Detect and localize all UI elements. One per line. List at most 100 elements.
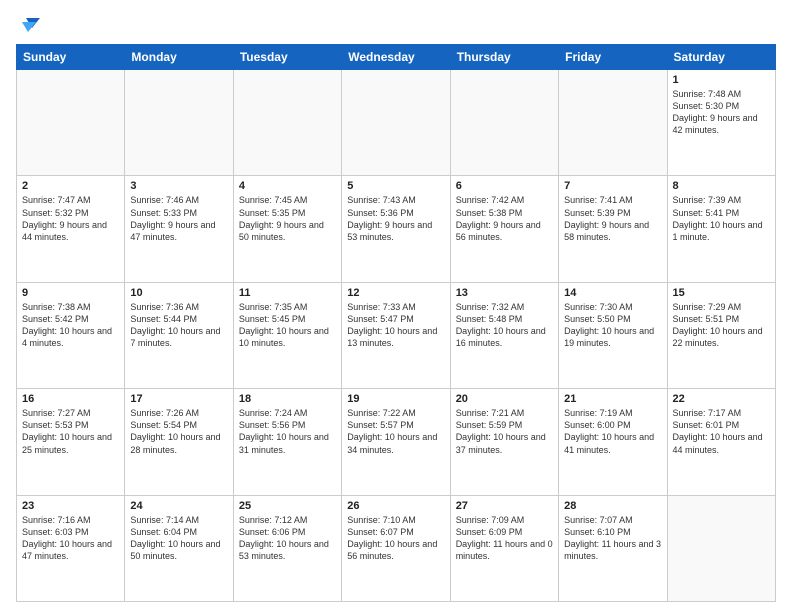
calendar-cell: 26Sunrise: 7:10 AM Sunset: 6:07 PM Dayli…	[342, 495, 450, 601]
day-info: Sunrise: 7:39 AM Sunset: 5:41 PM Dayligh…	[673, 194, 770, 243]
day-number: 12	[347, 287, 444, 299]
calendar-cell: 19Sunrise: 7:22 AM Sunset: 5:57 PM Dayli…	[342, 389, 450, 495]
day-number: 11	[239, 287, 336, 299]
day-number: 20	[456, 393, 553, 405]
day-info: Sunrise: 7:33 AM Sunset: 5:47 PM Dayligh…	[347, 301, 444, 350]
day-number: 25	[239, 500, 336, 512]
day-info: Sunrise: 7:48 AM Sunset: 5:30 PM Dayligh…	[673, 88, 770, 137]
weekday-header: Tuesday	[233, 45, 341, 70]
calendar-cell	[17, 70, 125, 176]
day-number: 4	[239, 180, 336, 192]
day-info: Sunrise: 7:30 AM Sunset: 5:50 PM Dayligh…	[564, 301, 661, 350]
day-info: Sunrise: 7:46 AM Sunset: 5:33 PM Dayligh…	[130, 194, 227, 243]
calendar-cell: 23 Sunrise: 7:16 AM Sunset: 6:03 PM Dayli…	[17, 495, 125, 601]
calendar-cell: 28 Sunrise: 7:07 AM Sunset: 6:10 PM Dayli…	[559, 495, 667, 601]
calendar-cell: 16 Sunrise: 7:27 AM Sunset: 5:53 PM Dayli…	[17, 389, 125, 495]
day-number: 7	[564, 180, 661, 192]
calendar-cell: 2 Sunrise: 7:47 AM Sunset: 5:32 PM Daylig…	[17, 176, 125, 282]
calendar-cell: 14 Sunrise: 7:30 AM Sunset: 5:50 PM Dayli…	[559, 282, 667, 388]
day-number: 27	[456, 500, 553, 512]
day-number: 9	[22, 287, 119, 299]
logo-icon	[18, 14, 40, 36]
calendar-cell: 24 Sunrise: 7:14 AM Sunset: 6:04 PM Dayli…	[125, 495, 233, 601]
calendar-cell	[667, 495, 775, 601]
calendar-cell: 4 Sunrise: 7:45 AM Sunset: 5:35 PM Daylig…	[233, 176, 341, 282]
day-number: 22	[673, 393, 770, 405]
day-number: 2	[22, 180, 119, 192]
calendar-cell: 7 Sunrise: 7:41 AM Sunset: 5:39 PM Daylig…	[559, 176, 667, 282]
calendar-cell	[233, 70, 341, 176]
day-number: 10	[130, 287, 227, 299]
day-number: 15	[673, 287, 770, 299]
day-number: 23	[22, 500, 119, 512]
calendar-cell	[559, 70, 667, 176]
header	[16, 14, 776, 36]
day-number: 24	[130, 500, 227, 512]
calendar-cell: 18 Sunrise: 7:24 AM Sunset: 5:56 PM Dayli…	[233, 389, 341, 495]
calendar-header-row: SundayMondayTuesdayWednesdayThursdayFrid…	[17, 45, 776, 70]
day-number: 1	[673, 74, 770, 86]
day-info: Sunrise: 7:38 AM Sunset: 5:42 PM Dayligh…	[22, 301, 119, 350]
day-number: 17	[130, 393, 227, 405]
calendar-cell: 20 Sunrise: 7:21 AM Sunset: 5:59 PM Dayli…	[450, 389, 558, 495]
calendar-week-row: 16 Sunrise: 7:27 AM Sunset: 5:53 PM Dayli…	[17, 389, 776, 495]
weekday-header: Thursday	[450, 45, 558, 70]
calendar-week-row: 1 Sunrise: 7:48 AM Sunset: 5:30 PM Daylig…	[17, 70, 776, 176]
day-number: 18	[239, 393, 336, 405]
day-info: Sunrise: 7:12 AM Sunset: 6:06 PM Dayligh…	[239, 514, 336, 563]
calendar-cell	[342, 70, 450, 176]
day-info: Sunrise: 7:21 AM Sunset: 5:59 PM Dayligh…	[456, 407, 553, 456]
day-number: 14	[564, 287, 661, 299]
calendar-cell: 27 Sunrise: 7:09 AM Sunset: 6:09 PM Dayli…	[450, 495, 558, 601]
calendar-cell: 13 Sunrise: 7:32 AM Sunset: 5:48 PM Dayli…	[450, 282, 558, 388]
day-number: 16	[22, 393, 119, 405]
day-number: 8	[673, 180, 770, 192]
day-number: 13	[456, 287, 553, 299]
day-number: 6	[456, 180, 553, 192]
calendar-cell: 17 Sunrise: 7:26 AM Sunset: 5:54 PM Dayli…	[125, 389, 233, 495]
day-info: Sunrise: 7:16 AM Sunset: 6:03 PM Dayligh…	[22, 514, 119, 563]
calendar-cell: 10Sunrise: 7:36 AM Sunset: 5:44 PM Dayli…	[125, 282, 233, 388]
calendar-cell: 9 Sunrise: 7:38 AM Sunset: 5:42 PM Daylig…	[17, 282, 125, 388]
day-info: Sunrise: 7:32 AM Sunset: 5:48 PM Dayligh…	[456, 301, 553, 350]
day-info: Sunrise: 7:24 AM Sunset: 5:56 PM Dayligh…	[239, 407, 336, 456]
weekday-header: Sunday	[17, 45, 125, 70]
day-number: 3	[130, 180, 227, 192]
calendar-cell	[125, 70, 233, 176]
day-number: 28	[564, 500, 661, 512]
calendar-cell: 6 Sunrise: 7:42 AM Sunset: 5:38 PM Daylig…	[450, 176, 558, 282]
day-info: Sunrise: 7:35 AM Sunset: 5:45 PM Dayligh…	[239, 301, 336, 350]
calendar-cell: 8 Sunrise: 7:39 AM Sunset: 5:41 PM Daylig…	[667, 176, 775, 282]
day-info: Sunrise: 7:19 AM Sunset: 6:00 PM Dayligh…	[564, 407, 661, 456]
day-info: Sunrise: 7:41 AM Sunset: 5:39 PM Dayligh…	[564, 194, 661, 243]
day-info: Sunrise: 7:42 AM Sunset: 5:38 PM Dayligh…	[456, 194, 553, 243]
calendar-table: SundayMondayTuesdayWednesdayThursdayFrid…	[16, 44, 776, 602]
weekday-header: Friday	[559, 45, 667, 70]
day-info: Sunrise: 7:45 AM Sunset: 5:35 PM Dayligh…	[239, 194, 336, 243]
calendar-cell: 15 Sunrise: 7:29 AM Sunset: 5:51 PM Dayli…	[667, 282, 775, 388]
day-info: Sunrise: 7:09 AM Sunset: 6:09 PM Dayligh…	[456, 514, 553, 563]
weekday-header: Wednesday	[342, 45, 450, 70]
weekday-header: Saturday	[667, 45, 775, 70]
day-info: Sunrise: 7:07 AM Sunset: 6:10 PM Dayligh…	[564, 514, 661, 563]
weekday-header: Monday	[125, 45, 233, 70]
day-info: Sunrise: 7:14 AM Sunset: 6:04 PM Dayligh…	[130, 514, 227, 563]
day-info: Sunrise: 7:47 AM Sunset: 5:32 PM Dayligh…	[22, 194, 119, 243]
day-info: Sunrise: 7:22 AM Sunset: 5:57 PM Dayligh…	[347, 407, 444, 456]
calendar-week-row: 2 Sunrise: 7:47 AM Sunset: 5:32 PM Daylig…	[17, 176, 776, 282]
day-number: 21	[564, 393, 661, 405]
day-info: Sunrise: 7:43 AM Sunset: 5:36 PM Dayligh…	[347, 194, 444, 243]
day-info: Sunrise: 7:27 AM Sunset: 5:53 PM Dayligh…	[22, 407, 119, 456]
calendar-week-row: 23 Sunrise: 7:16 AM Sunset: 6:03 PM Dayli…	[17, 495, 776, 601]
calendar-cell: 21 Sunrise: 7:19 AM Sunset: 6:00 PM Dayli…	[559, 389, 667, 495]
day-info: Sunrise: 7:29 AM Sunset: 5:51 PM Dayligh…	[673, 301, 770, 350]
calendar-cell: 22Sunrise: 7:17 AM Sunset: 6:01 PM Dayli…	[667, 389, 775, 495]
calendar-week-row: 9 Sunrise: 7:38 AM Sunset: 5:42 PM Daylig…	[17, 282, 776, 388]
calendar-cell	[450, 70, 558, 176]
calendar-cell: 11 Sunrise: 7:35 AM Sunset: 5:45 PM Dayli…	[233, 282, 341, 388]
calendar-cell: 12 Sunrise: 7:33 AM Sunset: 5:47 PM Dayli…	[342, 282, 450, 388]
day-info: Sunrise: 7:26 AM Sunset: 5:54 PM Dayligh…	[130, 407, 227, 456]
calendar-cell: 5Sunrise: 7:43 AM Sunset: 5:36 PM Daylig…	[342, 176, 450, 282]
page: SundayMondayTuesdayWednesdayThursdayFrid…	[0, 0, 792, 612]
day-number: 26	[347, 500, 444, 512]
